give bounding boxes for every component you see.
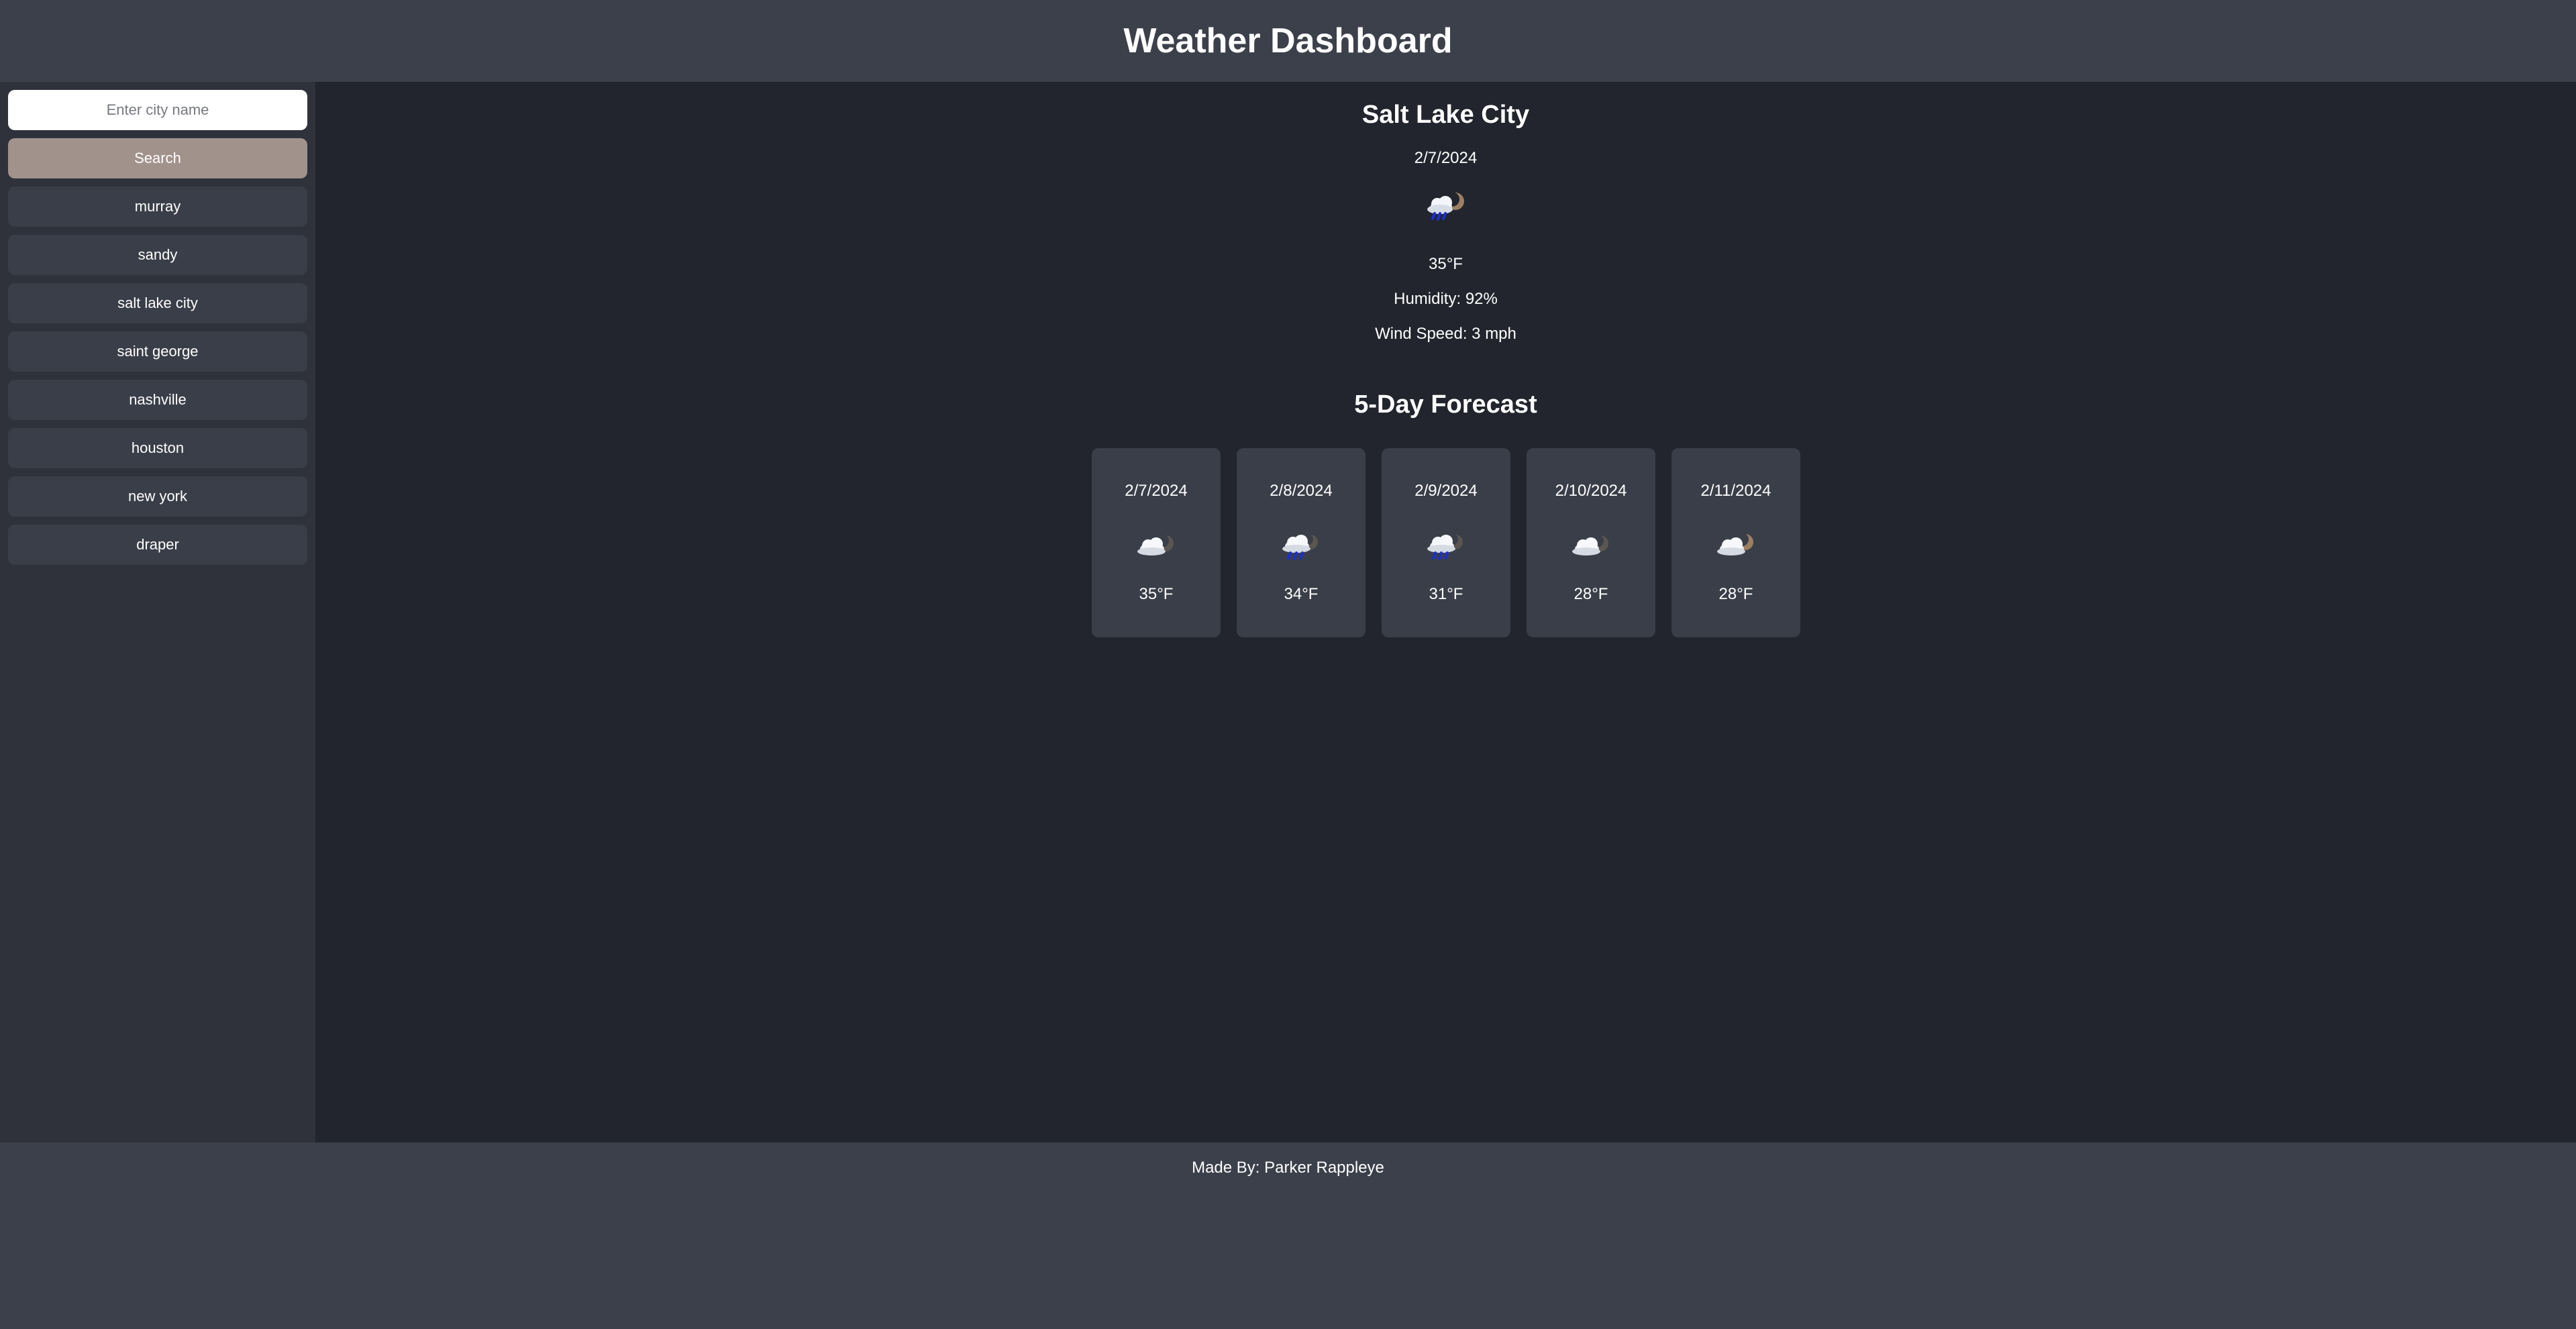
forecast-card: 2/7/2024 35°F	[1092, 448, 1221, 637]
app-header: Weather Dashboard	[0, 0, 2576, 82]
cloud-moon-icon	[1572, 534, 1608, 555]
forecast-temperature: 35°F	[1139, 585, 1174, 603]
history-item-houston[interactable]: houston	[8, 428, 307, 468]
current-date: 2/7/2024	[1414, 149, 1478, 167]
forecast-card: 2/11/2024 28°F	[1671, 448, 1800, 637]
history-item-saint-george[interactable]: saint george	[8, 331, 307, 372]
current-wind-speed: Wind Speed: 3 mph	[1375, 325, 1516, 343]
forecast-date: 2/8/2024	[1270, 482, 1333, 500]
sidebar: Search murray sandy salt lake city saint…	[0, 82, 315, 1142]
current-humidity: Humidity: 92%	[1394, 290, 1498, 308]
history-item-nashville[interactable]: nashville	[8, 380, 307, 420]
history-item-salt-lake-city[interactable]: salt lake city	[8, 283, 307, 323]
rain-cloud-moon-icon	[1427, 533, 1463, 560]
cloud-moon-icon	[1717, 533, 1753, 555]
forecast-date: 2/7/2024	[1125, 482, 1188, 500]
history-item-sandy[interactable]: sandy	[8, 235, 307, 275]
current-temperature: 35°F	[1429, 255, 1463, 273]
forecast-temperature: 31°F	[1429, 585, 1463, 603]
current-city-name: Salt Lake City	[1361, 101, 1530, 129]
search-history-list: murray sandy salt lake city saint george…	[8, 187, 307, 573]
forecast-card: 2/8/2024 34°F	[1237, 448, 1366, 637]
forecast-date: 2/11/2024	[1700, 482, 1771, 500]
forecast-card: 2/9/2024 31°F	[1382, 448, 1510, 637]
app-footer: Made By: Parker Rappleye	[0, 1142, 2576, 1329]
rain-cloud-moon-icon	[1282, 533, 1318, 560]
history-item-new-york[interactable]: new york	[8, 476, 307, 517]
forecast-temperature: 28°F	[1718, 585, 1753, 603]
history-item-murray[interactable]: murray	[8, 187, 307, 227]
history-item-draper[interactable]: draper	[8, 525, 307, 565]
forecast-date: 2/9/2024	[1414, 482, 1478, 500]
search-button[interactable]: Search	[8, 138, 307, 178]
rain-cloud-moon-icon	[1427, 192, 1464, 221]
forecast-list: 2/7/2024 35°F 2/8/2024 34°F 2/9/2024 31°…	[1092, 448, 1800, 637]
forecast-card: 2/10/2024 28°F	[1527, 448, 1655, 637]
forecast-date: 2/10/2024	[1555, 482, 1627, 500]
main-content: Salt Lake City 2/7/2024 35°F Humidity: 9…	[315, 82, 2576, 1142]
city-search-input[interactable]	[8, 90, 307, 130]
footer-credit: Made By: Parker Rappleye	[1192, 1159, 1384, 1177]
cloud-moon-icon	[1137, 534, 1174, 555]
forecast-title: 5-Day Forecast	[1354, 390, 1537, 419]
forecast-temperature: 28°F	[1574, 585, 1608, 603]
page-title: Weather Dashboard	[1123, 21, 1453, 60]
forecast-temperature: 34°F	[1284, 585, 1319, 603]
